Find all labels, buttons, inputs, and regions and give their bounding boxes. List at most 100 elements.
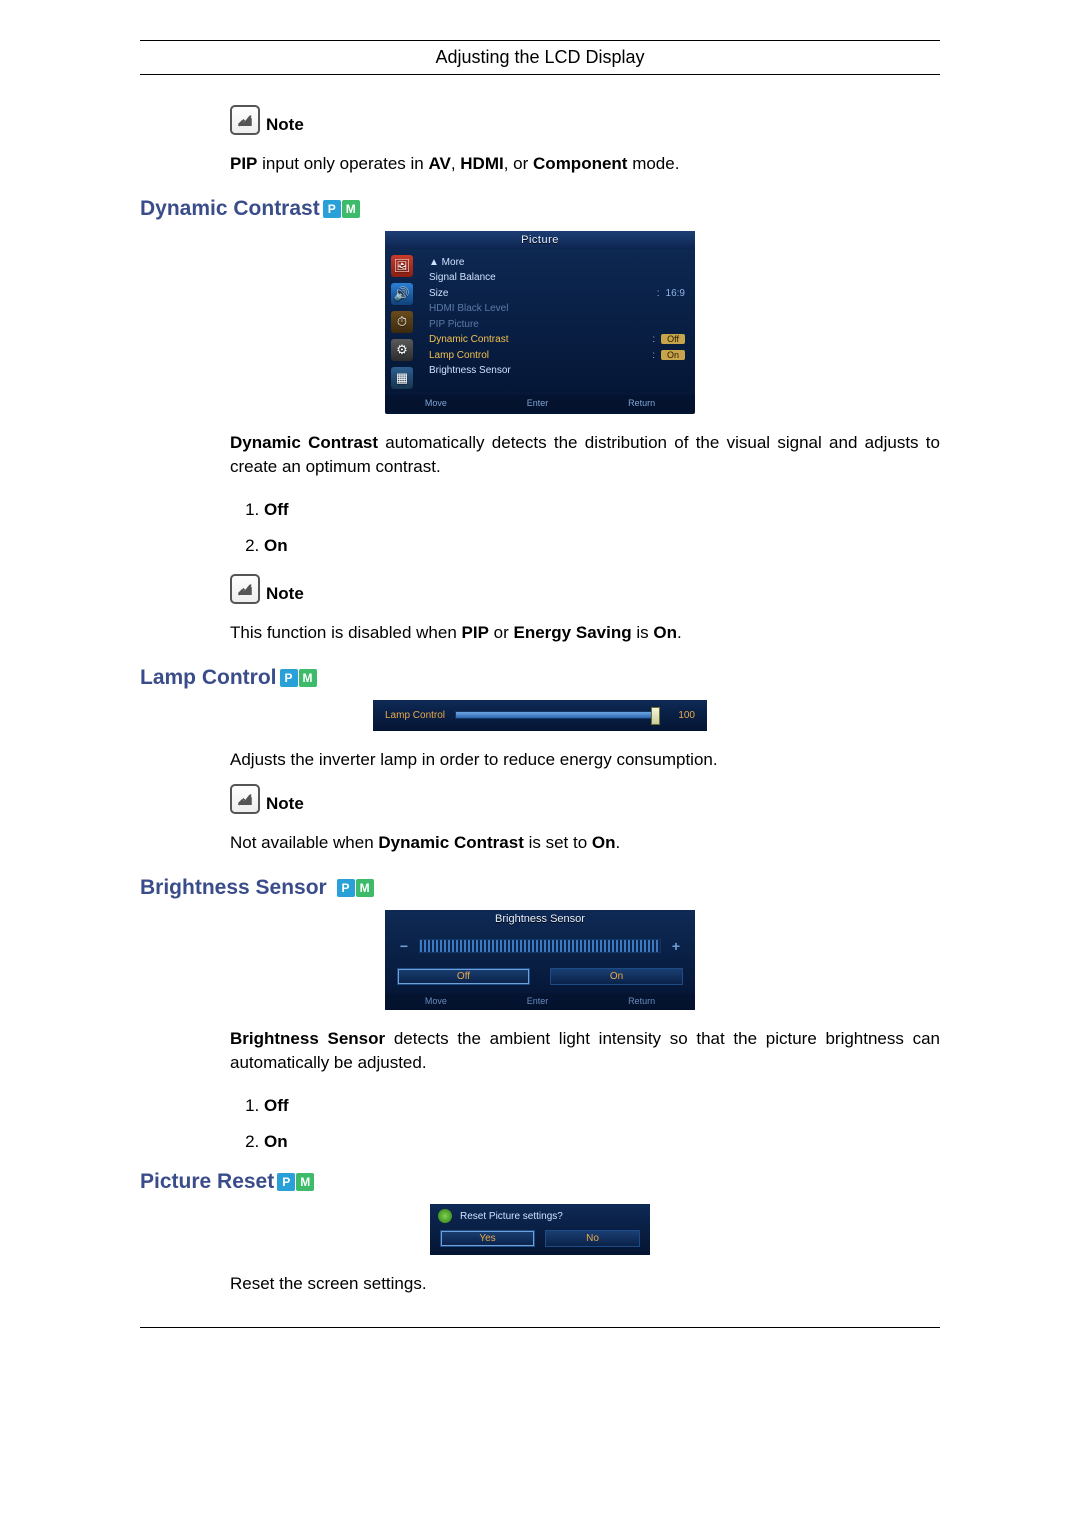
osd-footer-move: Move <box>425 398 447 408</box>
lc-desc: Adjusts the inverter lamp in order to re… <box>230 748 940 773</box>
list-item: On <box>264 1132 940 1152</box>
osd-item-signal-balance[interactable]: Signal Balance <box>427 270 687 286</box>
b: Dynamic Contrast <box>378 833 523 852</box>
note-icon <box>230 105 260 135</box>
t: input only operates in <box>257 154 428 173</box>
component-bold: Component <box>533 154 627 173</box>
heading-text: Brightness Sensor <box>140 876 327 900</box>
timer-tab-icon[interactable]: ⏱ <box>391 311 413 333</box>
osd-bright-footer: Move Enter Return <box>385 993 695 1010</box>
opt: Off <box>264 500 289 519</box>
osd-picture-menu: Picture 🖼 🔊 ⏱ ⚙ ▦ ▲ More Signal Balance … <box>385 231 695 414</box>
osd-item-pip-picture: PIP Picture <box>427 317 687 333</box>
val: :Off <box>652 332 685 348</box>
osd-footer-enter: Enter <box>527 996 549 1006</box>
brightness-slider[interactable] <box>419 939 661 953</box>
osd-bright-title: Brightness Sensor <box>385 910 695 928</box>
lab: Signal Balance <box>429 270 496 286</box>
osd-reset-head: Reset Picture settings? <box>430 1204 650 1228</box>
brightness-on-button[interactable]: On <box>550 968 683 985</box>
t: is <box>632 623 654 642</box>
opt: Off <box>264 1096 289 1115</box>
list-item: Off <box>264 500 940 520</box>
t: , or <box>504 154 533 173</box>
osd-footer-return: Return <box>628 996 655 1006</box>
opt: On <box>264 1132 288 1151</box>
top-rule <box>140 40 940 41</box>
lab: Size <box>429 286 448 302</box>
t: mode. <box>627 154 679 173</box>
brightness-off-button[interactable]: Off <box>397 968 530 985</box>
osd-reset-choices: Yes No <box>430 1228 650 1249</box>
info-icon <box>438 1209 452 1223</box>
bs-desc-lead: Brightness Sensor <box>230 1029 385 1048</box>
osd-reset-prompt: Reset Picture settings? <box>460 1211 563 1222</box>
t: is set to <box>524 833 592 852</box>
osd-bright-container: Brightness Sensor − + Off On Move Enter … <box>140 910 940 1010</box>
osd-brightness-sensor: Brightness Sensor − + Off On Move Enter … <box>385 910 695 1010</box>
plus-icon[interactable]: + <box>669 938 683 954</box>
osd-footer-move: Move <box>425 996 447 1006</box>
osd-icon-column: 🖼 🔊 ⏱ ⚙ ▦ <box>385 249 419 395</box>
note-icon <box>230 574 260 604</box>
osd-item-size[interactable]: Size :16:9 <box>427 286 687 302</box>
lab: Brightness Sensor <box>429 363 511 379</box>
osd-picture-container: Picture 🖼 🔊 ⏱ ⚙ ▦ ▲ More Signal Balance … <box>140 231 940 414</box>
b: Energy Saving <box>514 623 632 642</box>
sound-tab-icon[interactable]: 🔊 <box>391 283 413 305</box>
osd-item-more[interactable]: ▲ More <box>427 255 687 271</box>
dc-options: Off On <box>230 500 940 556</box>
osd-item-dynamic-contrast[interactable]: Dynamic Contrast:Off <box>427 332 687 348</box>
heading-text: Dynamic Contrast <box>140 197 320 221</box>
lab: Lamp Control <box>429 348 489 364</box>
pip-note-text: PIP input only operates in AV, HDMI, or … <box>230 152 940 177</box>
page: Adjusting the LCD Display Note PIP input… <box>140 0 940 1388</box>
t: Not available when <box>230 833 378 852</box>
heading-text: Lamp Control <box>140 666 277 690</box>
bs-options: Off On <box>230 1096 940 1152</box>
input-tab-icon[interactable]: ▦ <box>391 367 413 389</box>
heading-text: Picture Reset <box>140 1170 274 1194</box>
osd-title: Picture <box>385 231 695 249</box>
lamp-thumb-icon[interactable] <box>651 707 660 725</box>
pip-bold: PIP <box>230 154 257 173</box>
lamp-slider[interactable] <box>455 711 657 719</box>
note-row: Note <box>230 105 940 135</box>
osd-item-brightness-sensor[interactable]: Brightness Sensor <box>427 363 687 379</box>
setup-tab-icon[interactable]: ⚙ <box>391 339 413 361</box>
heading-dynamic-contrast: Dynamic Contrast PM <box>140 197 940 221</box>
heading-picture-reset: Picture Reset PM <box>140 1170 940 1194</box>
heading-lamp-control: Lamp Control PM <box>140 666 940 690</box>
lab: PIP Picture <box>429 317 479 333</box>
reset-yes-button[interactable]: Yes <box>440 1230 535 1247</box>
picture-tab-icon[interactable]: 🖼 <box>391 255 413 277</box>
lamp-value: 100 <box>667 710 695 721</box>
bottom-rule <box>140 1327 940 1328</box>
t: This function is disabled when <box>230 623 462 642</box>
pr-desc: Reset the screen settings. <box>230 1272 940 1297</box>
reset-no-button[interactable]: No <box>545 1230 640 1247</box>
note-label: Note <box>266 794 304 814</box>
lamp-label: Lamp Control <box>385 710 445 721</box>
osd-reset-container: Reset Picture settings? Yes No <box>140 1204 940 1255</box>
val: :16:9 <box>657 286 685 302</box>
bs-desc: Brightness Sensor detects the ambient li… <box>230 1027 940 1076</box>
badge-p-icon: P <box>280 669 298 687</box>
size-value: 16:9 <box>666 288 685 299</box>
badge-p-icon: P <box>277 1173 295 1191</box>
osd-list: ▲ More Signal Balance Size:16:9 HDMI Bla… <box>419 249 695 395</box>
osd-footer-return: Return <box>628 398 655 408</box>
badge-m-icon: M <box>296 1173 314 1191</box>
lc-value: On <box>661 350 685 360</box>
osd-lamp-control: Lamp Control 100 <box>373 700 707 731</box>
badge-p-icon: P <box>323 200 341 218</box>
badge-m-icon: M <box>356 879 374 897</box>
hdmi-bold: HDMI <box>460 154 503 173</box>
t: , <box>451 154 460 173</box>
minus-icon[interactable]: − <box>397 938 411 954</box>
dc-value: Off <box>661 334 685 344</box>
lc-note-text: Not available when Dynamic Contrast is s… <box>230 831 940 856</box>
note-row: Note <box>230 784 940 814</box>
osd-bright-choices: Off On <box>385 962 695 993</box>
osd-item-lamp-control[interactable]: Lamp Control:On <box>427 348 687 364</box>
